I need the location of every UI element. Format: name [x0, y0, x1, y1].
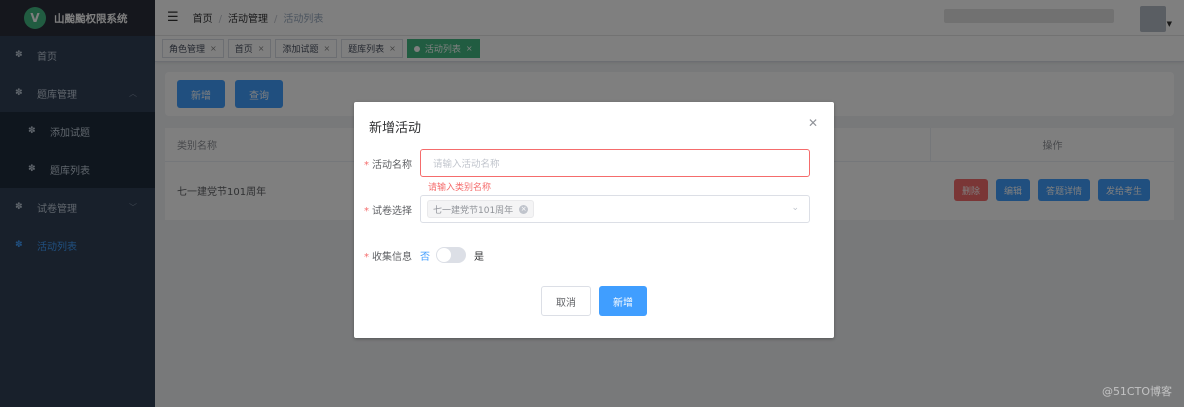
dialog-footer: 取消 新增 [354, 286, 834, 316]
form-row-paper: * 试卷选择 七一建党节101周年 × ⌄ [354, 195, 834, 223]
form-label: * 活动名称 [364, 159, 412, 171]
form-label: * 收集信息 [364, 251, 412, 263]
form-row-name: * 活动名称 请输入活动名称 [354, 149, 834, 177]
close-circle-icon[interactable]: × [519, 204, 529, 214]
switch-off-label: 否 [420, 251, 430, 263]
dialog-title: 新增活动 [369, 121, 422, 136]
form-row-collect: * 收集信息 否 是 [354, 247, 834, 263]
add-activity-dialog: 新增活动 ✕ * 活动名称 请输入活动名称 请输入类别名称 * 试卷选择 七一建党节… [354, 102, 834, 338]
confirm-add-button[interactable]: 新增 [599, 286, 647, 316]
chevron-down-icon: ⌄ [791, 203, 799, 213]
activity-name-input[interactable]: 请输入活动名称 [420, 149, 810, 177]
selected-tag: 七一建党节101周年 × [427, 200, 535, 218]
close-icon[interactable]: ✕ [808, 116, 818, 130]
form-label: * 试卷选择 [364, 205, 412, 217]
switch-on-label: 是 [474, 251, 484, 263]
cancel-button[interactable]: 取消 [541, 286, 591, 316]
validation-error: 请输入类别名称 [428, 183, 492, 193]
paper-select[interactable]: 七一建党节101周年 × ⌄ [420, 195, 810, 223]
watermark: @51CTO博客 [1101, 385, 1172, 398]
collect-info-switch[interactable] [436, 247, 466, 263]
